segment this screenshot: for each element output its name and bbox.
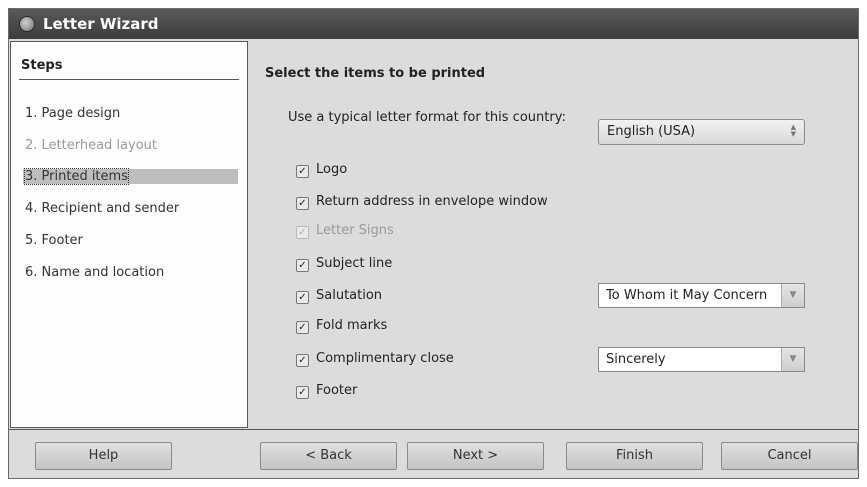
dropdown-arrow-icon[interactable]: ▼ <box>781 284 804 307</box>
complimentary-close-combo[interactable]: Sincerely ▼ <box>598 347 805 372</box>
salutation-label: Salutation <box>316 288 383 303</box>
logo-label: Logo <box>316 162 348 177</box>
salutation-combo[interactable]: To Whom it May Concern ▼ <box>598 283 805 308</box>
help-button[interactable]: Help <box>35 442 172 470</box>
letter-signs-checkbox: ✓ Letter Signs <box>296 223 394 241</box>
checkmark-icon: ✓ <box>296 386 309 399</box>
steps-divider <box>19 79 239 80</box>
complimentary-close-value[interactable]: Sincerely <box>606 352 778 367</box>
complimentary-close-checkbox[interactable]: ✓ Complimentary close <box>296 351 454 369</box>
step-footer[interactable]: 5. Footer <box>25 233 83 248</box>
window-title: Letter Wizard <box>43 15 159 33</box>
letter-wizard-window: Letter Wizard Steps 1. Page design 2. Le… <box>8 8 859 479</box>
checkmark-icon: ✓ <box>296 354 309 367</box>
complimentary-close-label: Complimentary close <box>316 351 454 366</box>
footer-label: Footer <box>316 383 358 398</box>
checkmark-icon: ✓ <box>296 291 309 304</box>
subject-line-label: Subject line <box>316 256 393 271</box>
logo-checkbox[interactable]: ✓ Logo <box>296 162 347 180</box>
step-recipient-and-sender[interactable]: 4. Recipient and sender <box>25 201 179 216</box>
step-name-and-location[interactable]: 6. Name and location <box>25 265 164 280</box>
steps-panel: Steps 1. Page design 2. Letterhead layou… <box>10 41 248 428</box>
up-down-arrows-icon: ▲ ▼ <box>790 123 796 138</box>
steps-header: Steps <box>21 58 63 73</box>
button-bar-divider <box>9 429 858 430</box>
window-menu-icon[interactable] <box>19 16 35 32</box>
dropdown-arrow-icon[interactable]: ▼ <box>781 348 804 371</box>
return-address-checkbox[interactable]: ✓ Return address in envelope window <box>296 194 548 212</box>
next-button[interactable]: Next > <box>407 442 544 470</box>
checkmark-icon: ✓ <box>296 321 309 334</box>
subject-line-checkbox[interactable]: ✓ Subject line <box>296 256 392 274</box>
finish-button[interactable]: Finish <box>566 442 703 470</box>
checkmark-icon: ✓ <box>296 165 309 178</box>
back-button[interactable]: < Back <box>260 442 397 470</box>
title-bar[interactable]: Letter Wizard <box>9 9 858 39</box>
salutation-value[interactable]: To Whom it May Concern <box>606 288 778 303</box>
checkmark-icon: ✓ <box>296 226 309 239</box>
fold-marks-label: Fold marks <box>316 318 388 333</box>
checkmark-icon: ✓ <box>296 197 309 210</box>
country-format-value: English (USA) <box>607 124 696 139</box>
step-printed-items[interactable]: 3. Printed items <box>23 168 238 185</box>
page-title: Select the items to be printed <box>265 66 486 81</box>
cancel-button[interactable]: Cancel <box>721 442 858 470</box>
salutation-checkbox[interactable]: ✓ Salutation <box>296 288 382 306</box>
step-printed-items-label: 3. Printed items <box>24 168 129 185</box>
country-label: Use a typical letter format for this cou… <box>288 110 566 125</box>
letter-signs-label: Letter Signs <box>316 223 394 238</box>
return-address-label: Return address in envelope window <box>316 194 548 209</box>
step-letterhead-layout: 2. Letterhead layout <box>25 138 158 153</box>
country-format-select[interactable]: English (USA) ▲ ▼ <box>598 119 805 145</box>
content-panel: Select the items to be printed Use a typ… <box>250 41 857 428</box>
fold-marks-checkbox[interactable]: ✓ Fold marks <box>296 318 387 336</box>
checkmark-icon: ✓ <box>296 259 309 272</box>
step-page-design[interactable]: 1. Page design <box>25 106 120 121</box>
footer-checkbox[interactable]: ✓ Footer <box>296 383 357 401</box>
